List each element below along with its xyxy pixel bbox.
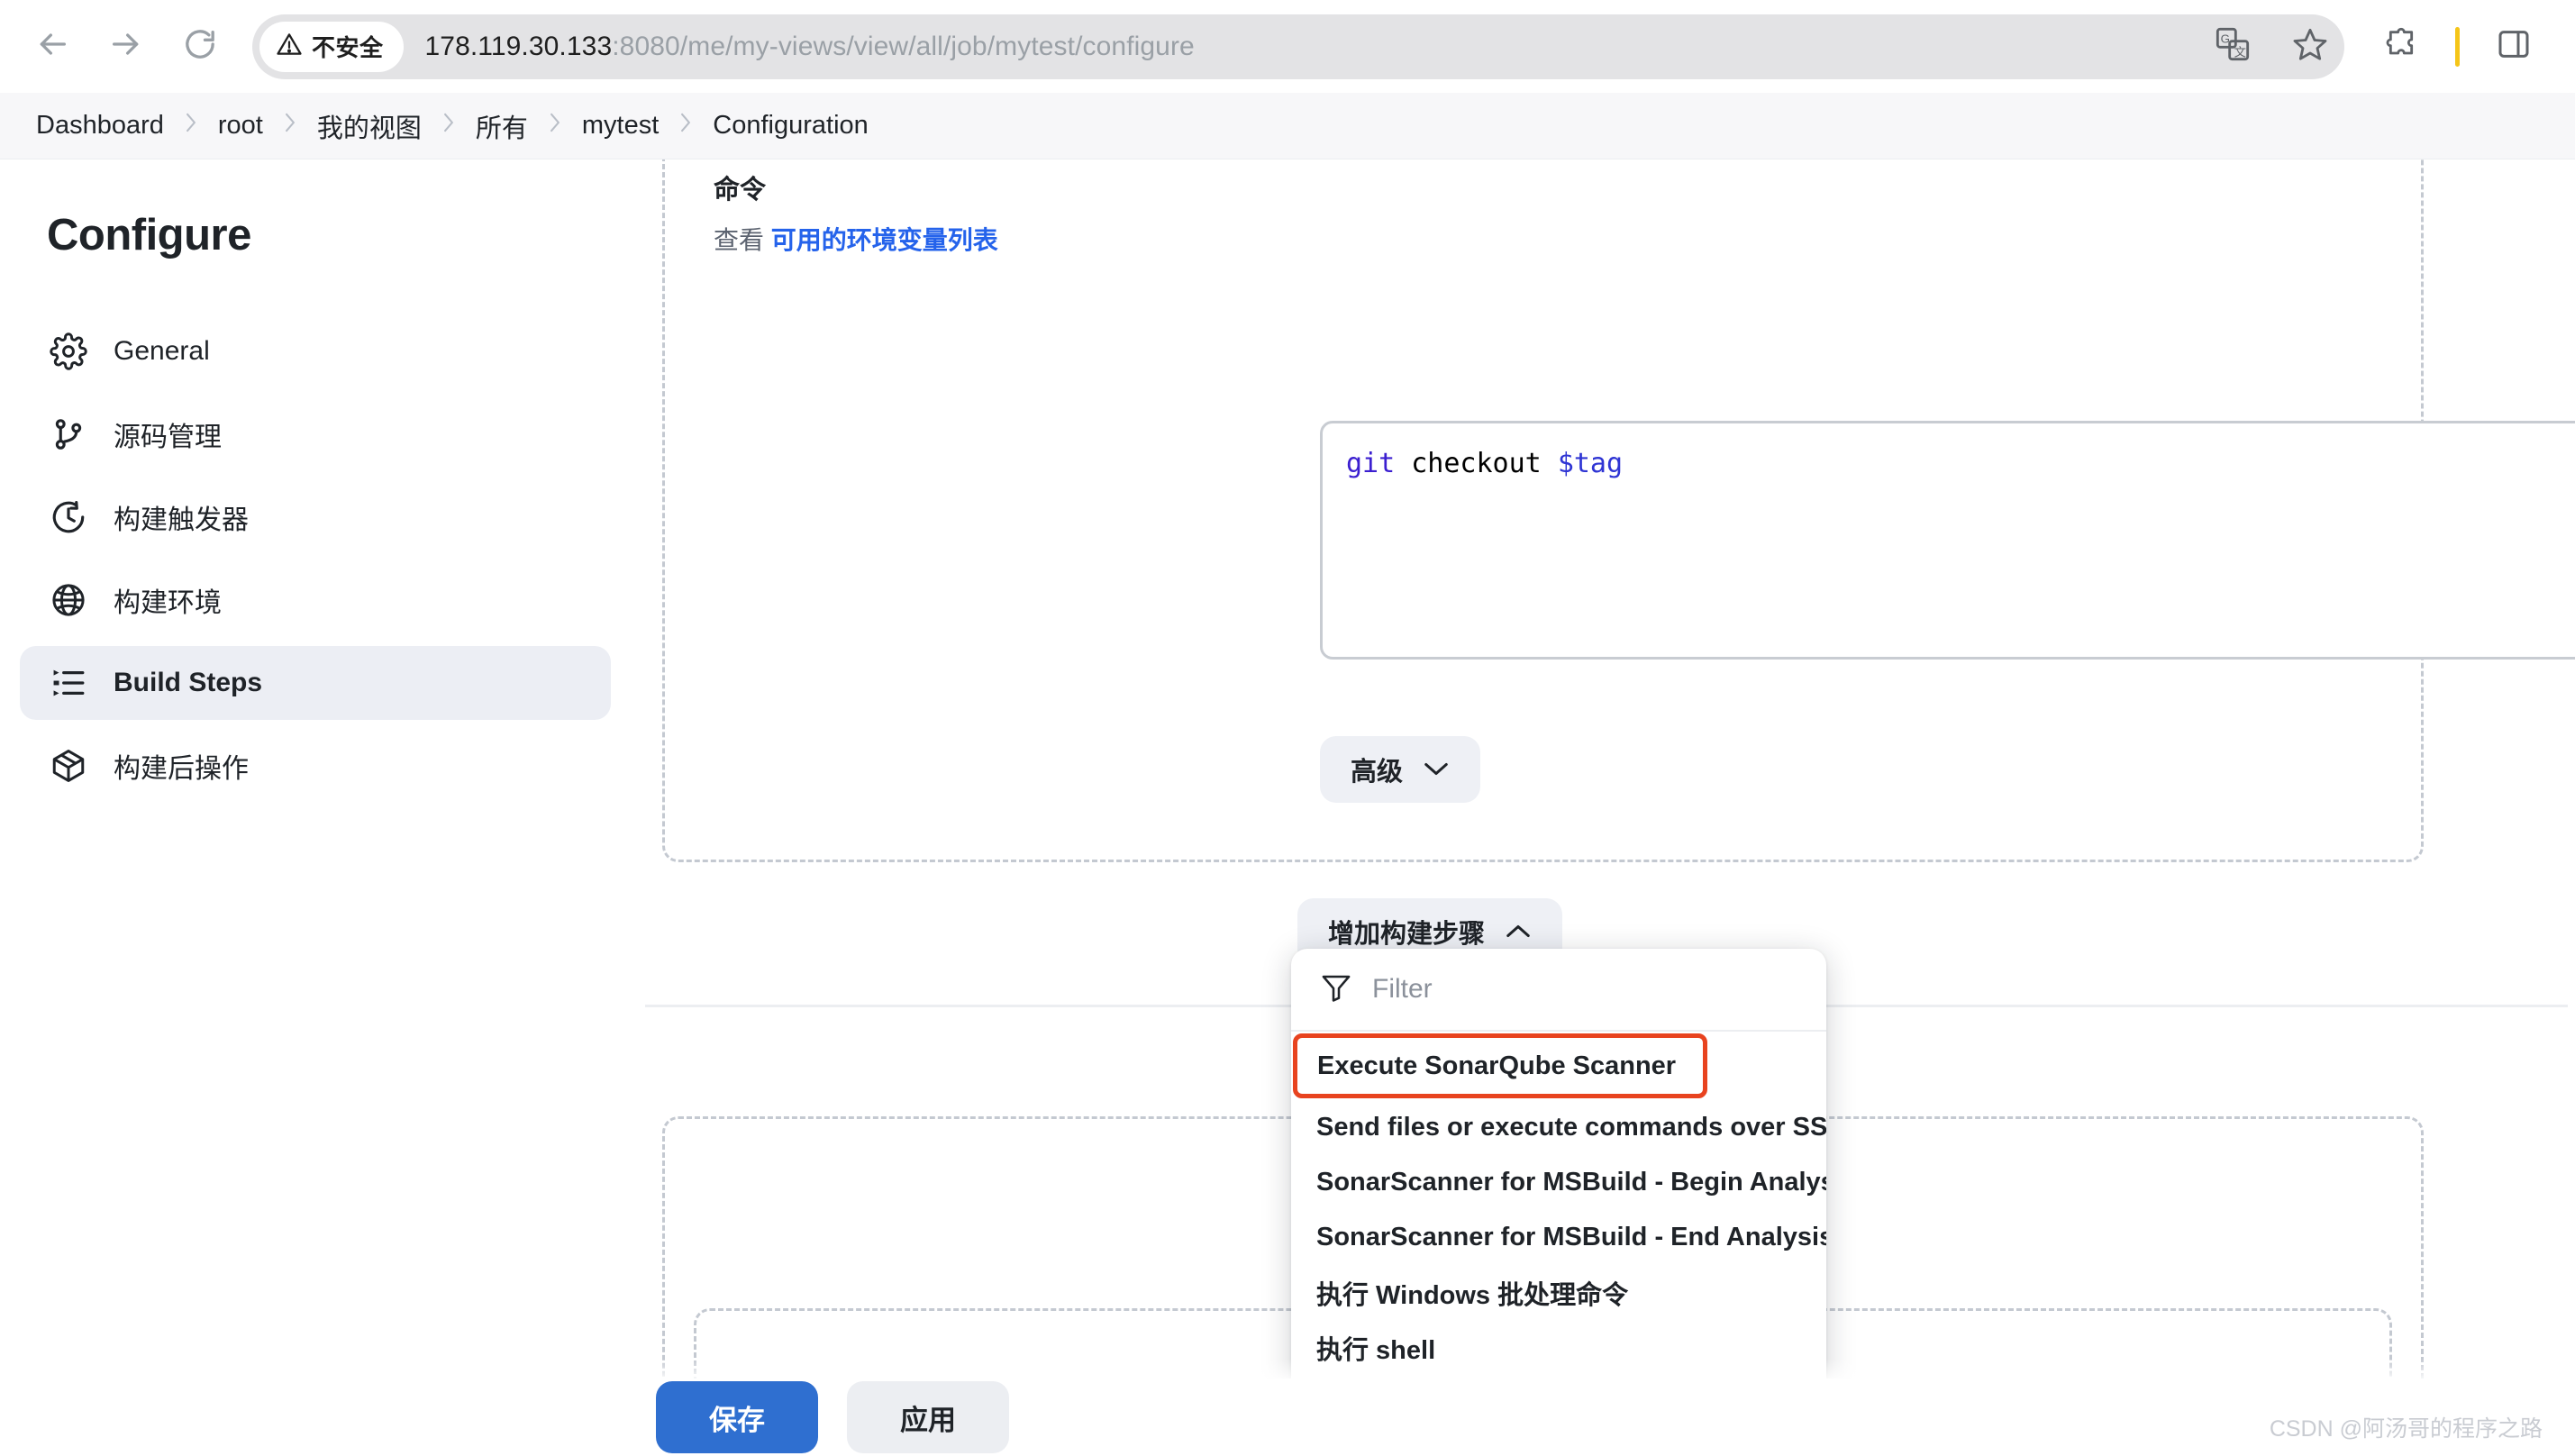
toolbar-divider xyxy=(2455,26,2460,67)
menu-item-send-files-ssh[interactable]: Send files or execute commands over SSH xyxy=(1291,1100,1826,1155)
breadcrumb-separator xyxy=(440,111,458,141)
breadcrumb: Dashboard root 我的视图 所有 mytest Configurat… xyxy=(0,93,2575,159)
reload-icon xyxy=(182,26,218,67)
side-panel-icon xyxy=(2496,26,2532,67)
chrome-right-actions xyxy=(2367,0,2575,93)
url-host: 178.119.30.133 xyxy=(424,31,613,61)
security-label: 不安全 xyxy=(312,34,384,61)
help-prefix: 查看 xyxy=(714,226,765,254)
url-path: :8080/me/my-views/view/all/job/mytest/co… xyxy=(612,31,1195,61)
page-body: Configure General 源码管理 构建触发器 构建环境 Build … xyxy=(0,159,2575,1456)
filter-row[interactable]: Filter xyxy=(1291,949,1826,1032)
breadcrumb-separator xyxy=(281,111,299,141)
omnibox-actions: G 文 xyxy=(2215,14,2328,79)
sidebar-item-label: 构建触发器 xyxy=(114,505,249,535)
url-text[interactable]: 178.119.30.133:8080/me/my-views/view/all… xyxy=(425,32,1195,62)
side-panel-button[interactable] xyxy=(2479,13,2548,81)
main-content: 命令 查看 可用的环境变量列表 git checkout $tag 高级 增加构… xyxy=(631,159,2575,1456)
add-build-step-label: 增加构建步骤 xyxy=(1328,920,1486,949)
menu-item-sonarscanner-msbuild-begin[interactable]: SonarScanner for MSBuild - Begin Analysi… xyxy=(1291,1155,1826,1210)
configure-sidebar: Configure General 源码管理 构建触发器 构建环境 Build … xyxy=(0,159,631,1456)
sidebar-nav: General 源码管理 构建触发器 构建环境 Build Steps 构建后操… xyxy=(0,314,631,803)
command-keyword: git xyxy=(1346,448,1396,479)
sidebar-item-build-steps[interactable]: Build Steps xyxy=(20,646,611,720)
breadcrumb-separator xyxy=(677,111,695,141)
advanced-label: 高级 xyxy=(1351,758,1404,787)
sidebar-item-label: Build Steps xyxy=(114,668,263,697)
sidebar-item-post-build-actions[interactable]: 构建后操作 xyxy=(20,729,611,803)
page-title: Configure xyxy=(47,211,251,259)
chevron-up-icon xyxy=(1505,917,1532,947)
watermark: CSDN @阿汤哥的程序之路 xyxy=(2269,1416,2543,1442)
extensions-button[interactable] xyxy=(2367,13,2435,81)
gear-icon xyxy=(49,332,88,371)
command-variable: $tag xyxy=(1557,448,1624,479)
filter-icon xyxy=(1320,971,1352,1008)
save-button[interactable]: 保存 xyxy=(656,1381,818,1453)
sidebar-item-general[interactable]: General xyxy=(20,314,611,388)
sidebar-item-label: General xyxy=(114,336,210,366)
forward-button[interactable] xyxy=(94,14,159,79)
breadcrumb-item-root[interactable]: root xyxy=(214,111,267,141)
package-icon xyxy=(49,746,88,786)
menu-item-execute-sonarqube-scanner[interactable]: Execute SonarQube Scanner xyxy=(1293,1033,1707,1098)
browser-toolbar: 不安全 178.119.30.133:8080/me/my-views/view… xyxy=(0,0,2575,93)
menu-item-windows-batch[interactable]: 执行 Windows 批处理命令 xyxy=(1291,1265,1826,1320)
sidebar-item-label: 源码管理 xyxy=(114,423,222,452)
command-textarea[interactable]: git checkout $tag xyxy=(1320,421,2575,660)
back-arrow-icon xyxy=(34,26,70,67)
back-button[interactable] xyxy=(20,14,85,79)
svg-text:文: 文 xyxy=(2234,45,2246,59)
menu-item-sonarscanner-msbuild-end[interactable]: SonarScanner for MSBuild - End Analysis xyxy=(1291,1210,1826,1265)
breadcrumb-item-dashboard[interactable]: Dashboard xyxy=(32,111,168,141)
breadcrumb-item-all[interactable]: 所有 xyxy=(472,107,532,145)
git-branch-icon xyxy=(49,414,88,454)
forward-arrow-icon xyxy=(108,26,144,67)
list-icon xyxy=(49,663,88,703)
sidebar-item-scm[interactable]: 源码管理 xyxy=(20,397,611,471)
filter-input[interactable]: Filter xyxy=(1372,974,1433,1005)
address-bar[interactable]: 不安全 178.119.30.133:8080/me/my-views/view… xyxy=(252,14,2344,79)
breadcrumb-item-mytest[interactable]: mytest xyxy=(578,111,662,141)
command-label: 命令 xyxy=(714,176,767,205)
breadcrumb-separator xyxy=(182,111,200,141)
svg-text:G: G xyxy=(2221,32,2230,45)
chevron-down-icon xyxy=(1423,755,1450,785)
star-icon[interactable] xyxy=(2292,26,2328,67)
command-help-text: 查看 可用的环境变量列表 xyxy=(714,221,998,257)
breadcrumb-item-my-views[interactable]: 我的视图 xyxy=(314,107,425,145)
clock-icon xyxy=(49,497,88,537)
breadcrumb-item-configuration[interactable]: Configuration xyxy=(709,111,872,141)
puzzle-icon xyxy=(2383,26,2419,67)
sidebar-item-label: 构建后操作 xyxy=(114,754,249,784)
sidebar-item-label: 构建环境 xyxy=(114,588,222,618)
breadcrumb-separator xyxy=(546,111,564,141)
advanced-toggle-button[interactable]: 高级 xyxy=(1320,736,1481,803)
security-chip[interactable]: 不安全 xyxy=(259,21,404,72)
sidebar-item-build-environment[interactable]: 构建环境 xyxy=(20,563,611,637)
globe-icon xyxy=(49,580,88,620)
command-middle: checkout xyxy=(1395,448,1558,479)
translate-icon[interactable]: G 文 xyxy=(2215,26,2251,67)
reload-button[interactable] xyxy=(168,14,232,79)
insecure-warning-icon xyxy=(276,31,303,62)
env-variables-link[interactable]: 可用的环境变量列表 xyxy=(771,226,998,254)
sidebar-item-build-triggers[interactable]: 构建触发器 xyxy=(20,480,611,554)
apply-button[interactable]: 应用 xyxy=(847,1381,1009,1453)
